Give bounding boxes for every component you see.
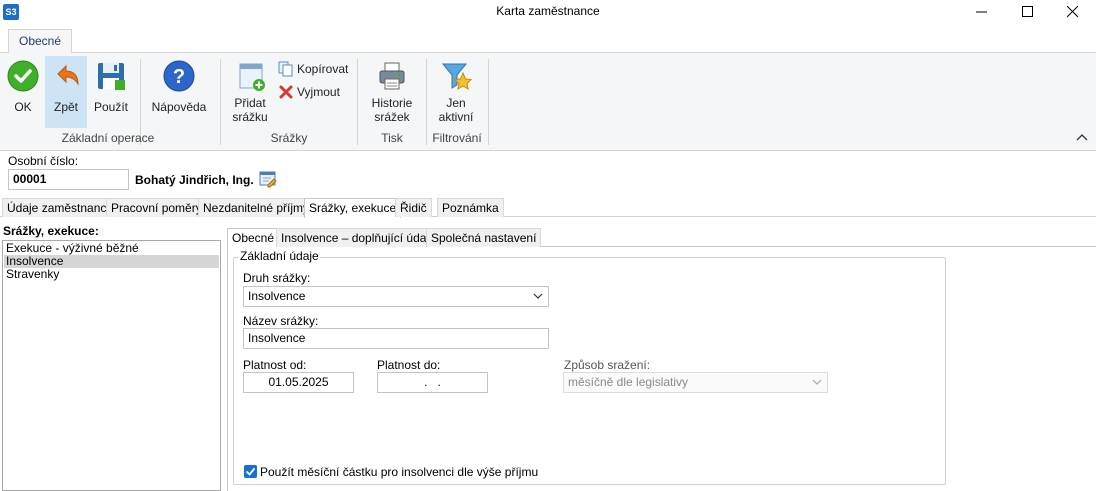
deduction-type-label: Druh srážky: [243, 271, 311, 285]
deduction-type-select[interactable]: Insolvence [243, 286, 549, 307]
maximize-button[interactable] [1005, 0, 1051, 24]
subtab-insolvence-doplnujici[interactable]: Insolvence – doplňující údaje [276, 228, 441, 247]
back-label: Zpět [53, 100, 78, 114]
valid-from-field[interactable]: 01.05.2025 [243, 372, 354, 393]
deduction-history-button[interactable]: Historie srážek [364, 56, 420, 128]
ribbon-group-separator [220, 59, 221, 145]
ok-button[interactable]: OK [3, 56, 43, 128]
title-bar: S3 Karta zaměstnance [0, 0, 1096, 24]
tab-srazky-exekuce[interactable]: Srážky, exekuce [304, 198, 402, 218]
cut-button[interactable]: Vyjmout [278, 82, 352, 102]
ok-label: OK [14, 100, 32, 114]
edit-card-button[interactable] [259, 170, 277, 188]
deduction-type-value: Insolvence [248, 289, 306, 303]
add-deduction-label-1: Přidat [234, 96, 266, 110]
minimize-button[interactable] [959, 0, 1005, 24]
valid-to-label: Platnost do: [377, 358, 441, 372]
only-active-label-1: Jen [446, 96, 466, 110]
employee-name: Bohatý Jindřich, Ing. [135, 173, 254, 187]
monthly-amount-checkbox[interactable] [244, 465, 257, 478]
ribbon-tab-bar: Obecné [0, 24, 1096, 54]
svg-text:?: ? [173, 66, 185, 88]
ribbon-tab-obecne[interactable]: Obecné [8, 29, 73, 54]
maximize-icon [1022, 6, 1033, 17]
copy-icon [278, 61, 293, 77]
window-title: Karta zaměstnance [496, 4, 600, 18]
copy-label: Kopírovat [297, 62, 349, 76]
add-deduction-label-2: srážku [232, 110, 268, 124]
collapse-ribbon-icon[interactable] [1076, 133, 1088, 141]
personal-number-field[interactable]: 00001 [8, 169, 129, 190]
copy-button[interactable]: Kopírovat [278, 59, 352, 79]
ribbon-group-separator [488, 59, 489, 145]
minimize-icon [976, 11, 987, 13]
save-disk-icon [98, 63, 125, 90]
undo-arrow-icon [57, 64, 79, 86]
tab-ridic[interactable]: Řidič [395, 198, 432, 217]
apply-label: Použít [93, 100, 129, 114]
cut-label: Vyjmout [297, 85, 340, 99]
subtab-spolecna-nastaveni[interactable]: Společná nastavení [426, 228, 542, 247]
main-tab-bar: Údaje zaměstnance Pracovní poměry Nezdan… [0, 198, 1096, 218]
ribbon-group-label-print: Tisk [381, 131, 403, 145]
add-document-icon [239, 63, 265, 91]
deduction-method-label: Způsob sražení: [564, 358, 651, 372]
apply-button[interactable]: Použít [90, 56, 132, 128]
tab-poznamka[interactable]: Poznámka [437, 198, 504, 217]
close-button[interactable] [1050, 0, 1096, 24]
checkmark-icon [246, 468, 255, 476]
only-active-button[interactable]: Jen aktivní [432, 56, 480, 128]
valid-to-field[interactable]: . . [377, 372, 488, 393]
chevron-down-icon [812, 379, 822, 385]
history-label-2: srážek [374, 110, 410, 124]
edit-card-icon [259, 171, 277, 188]
help-label: Nápověda [151, 100, 207, 114]
deduction-method-value: měsíčně dle legislativy [568, 375, 689, 389]
tab-nezdanitelne-prijmy[interactable]: Nezdanitelné příjmy [198, 198, 315, 217]
help-button[interactable]: ? Nápověda [148, 56, 210, 128]
personal-number-label: Osobní číslo: [8, 154, 79, 168]
cut-x-icon [279, 85, 293, 99]
history-label-1: Historie [371, 96, 413, 110]
ribbon: OK Zpět Použít ? Nápověda Základní opera… [0, 53, 1096, 151]
help-icon: ? [163, 60, 195, 92]
deductions-list[interactable]: Exekuce - výživné běžné Insolvence Strav… [2, 240, 221, 491]
back-button[interactable]: Zpět [45, 56, 87, 128]
only-active-label-2: aktivní [438, 110, 474, 124]
subtab-obecne[interactable]: Obecné [227, 228, 280, 248]
filter-star-icon [441, 63, 472, 90]
printer-icon [379, 62, 405, 90]
ribbon-group-label-filter: Filtrování [432, 131, 482, 145]
chevron-down-icon [533, 293, 543, 299]
ribbon-group-label-basic: Základní operace [61, 131, 155, 145]
add-deduction-button[interactable]: Přidat srážku [226, 56, 274, 128]
tab-udaje-zamestnance[interactable]: Údaje zaměstnance [2, 198, 119, 217]
basic-info-title: Základní údaje [239, 249, 320, 263]
valid-from-label: Platnost od: [243, 358, 307, 372]
deduction-name-field[interactable]: Insolvence [243, 328, 549, 349]
deduction-method-select: měsíčně dle legislativy [563, 372, 828, 393]
check-icon [7, 60, 39, 92]
ribbon-group-label-deductions: Srážky [270, 131, 308, 145]
monthly-amount-checkbox-label[interactable]: Použít měsíční částku pro insolvenci dle… [260, 465, 538, 479]
tab-pracovni-pomery[interactable]: Pracovní poměry [106, 198, 207, 217]
sub-tab-bar: Obecné Insolvence – doplňující údaje Spo… [227, 228, 1096, 248]
deduction-name-label: Název srážky: [243, 314, 319, 328]
list-item[interactable]: Stravenky [4, 268, 219, 281]
close-icon [1067, 6, 1079, 18]
deductions-list-title: Srážky, exekuce: [3, 224, 99, 238]
